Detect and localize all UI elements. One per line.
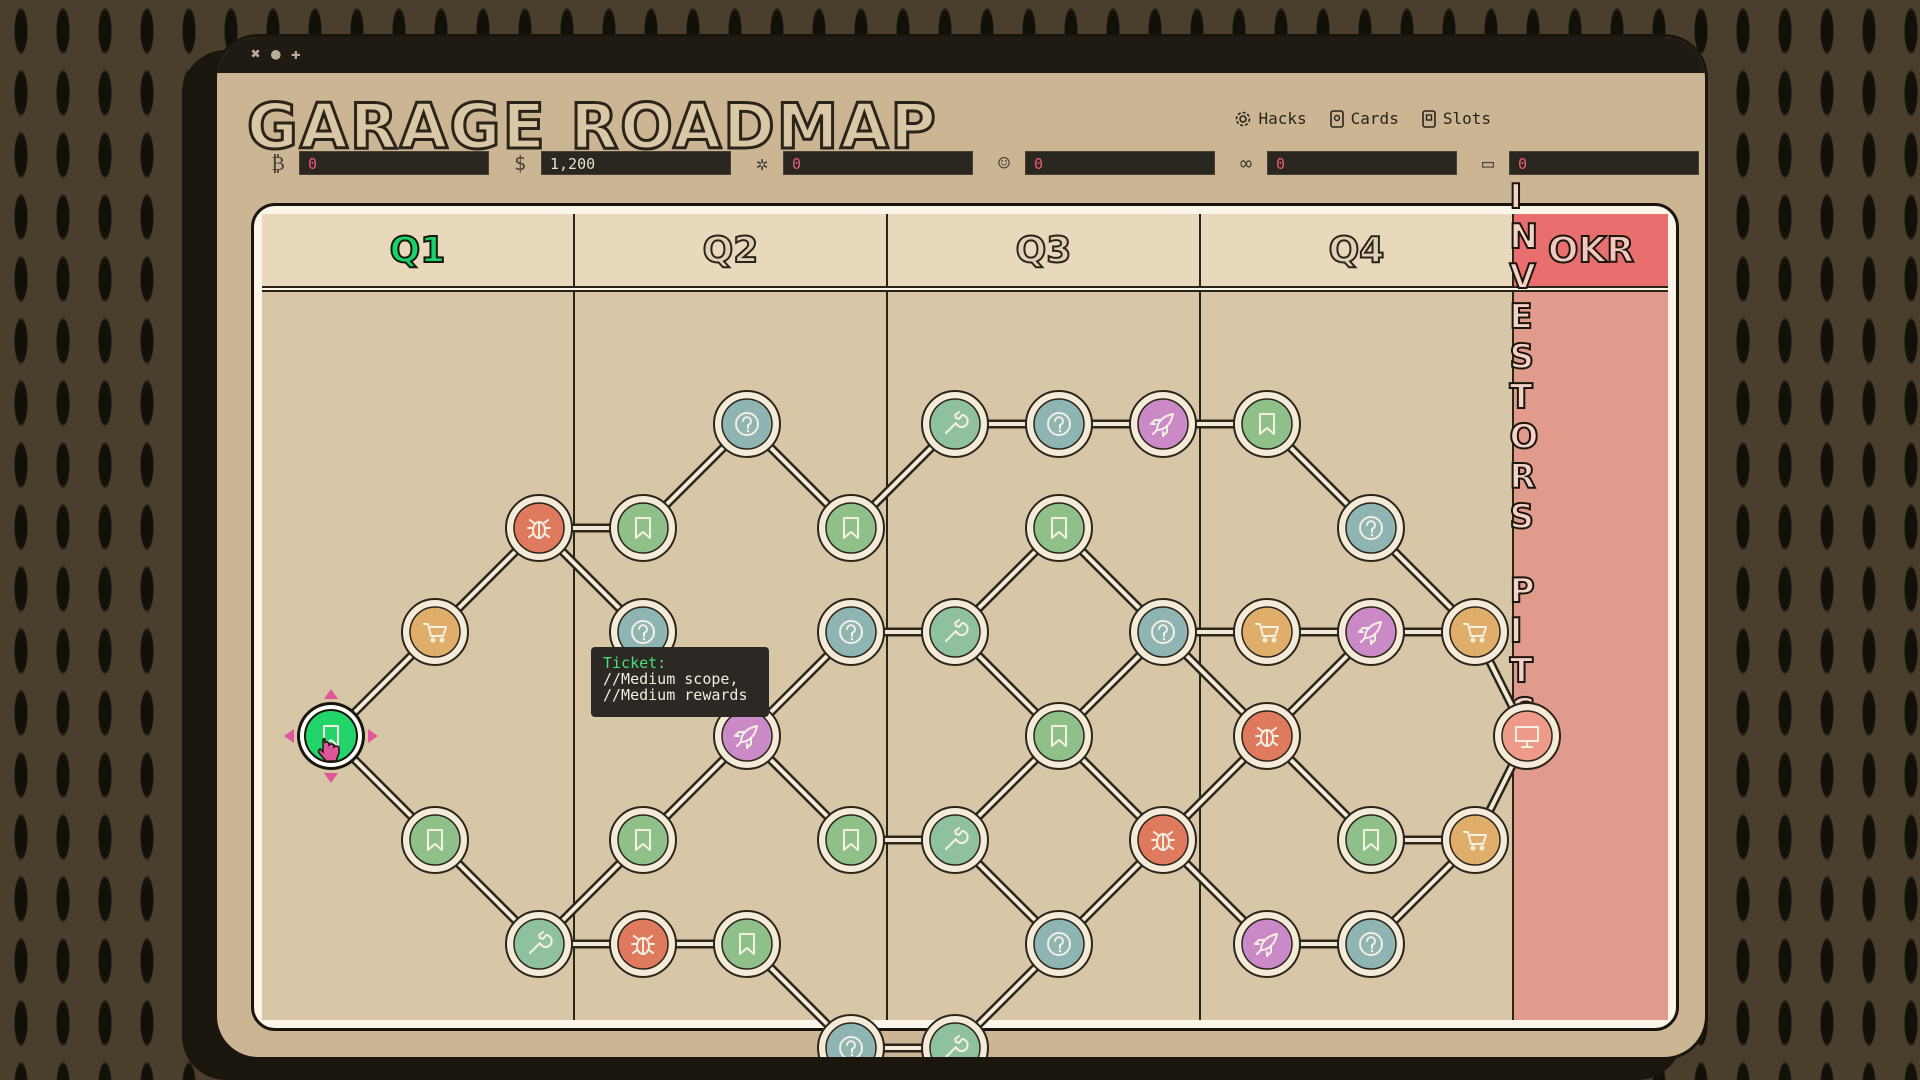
roadmap-node-ticket[interactable] [1025, 494, 1093, 562]
game-window: ✖ ● ✚ Garage Roadmap Hacks Cards Slots ₿… [214, 34, 1708, 1060]
roadmap-node-ticket[interactable] [817, 494, 885, 562]
roadmap-graph [284, 390, 1561, 1057]
selection-marker [368, 729, 378, 743]
roadmap-node-mystery[interactable] [713, 390, 781, 458]
tooltip-line-rewards: //Medium rewards [603, 686, 748, 704]
selection-marker [324, 773, 338, 783]
roadmap-node-ticket[interactable] [609, 494, 677, 562]
tooltip-title: Ticket: [603, 654, 667, 672]
roadmap-node-tool[interactable] [921, 390, 989, 458]
roadmap-node-bug[interactable] [505, 494, 573, 562]
selection-marker [284, 729, 294, 743]
roadmap-node-ticket[interactable] [713, 910, 781, 978]
roadmap-node-ticket[interactable] [609, 806, 677, 874]
roadmap-node-tool[interactable] [505, 910, 573, 978]
roadmap-node-ticket[interactable] [1025, 702, 1093, 770]
roadmap-node-boost[interactable] [1337, 598, 1405, 666]
roadmap-node-shop[interactable] [1233, 598, 1301, 666]
roadmap-node-boost[interactable] [1233, 910, 1301, 978]
roadmap-node-ticket[interactable] [1337, 806, 1405, 874]
roadmap-node-bug[interactable] [609, 910, 677, 978]
roadmap-node-tool[interactable] [921, 806, 989, 874]
node-tooltip: Ticket: //Medium scope, //Medium rewards [591, 647, 769, 717]
roadmap-node-ticket[interactable] [817, 806, 885, 874]
roadmap-node-mystery[interactable] [1337, 910, 1405, 978]
roadmap-node-bug[interactable] [1129, 806, 1197, 874]
roadmap-node-bug[interactable] [1233, 702, 1301, 770]
roadmap-node-mystery[interactable] [1129, 598, 1197, 666]
roadmap-node-pitch[interactable] [1493, 702, 1561, 770]
roadmap-node-shop[interactable] [1441, 806, 1509, 874]
roadmap-node-shop[interactable] [401, 598, 469, 666]
roadmap-node-boost[interactable] [1129, 390, 1197, 458]
roadmap-node-mystery[interactable] [1025, 390, 1093, 458]
roadmap-node-mystery[interactable] [1337, 494, 1405, 562]
roadmap-node-ticket[interactable] [1233, 390, 1301, 458]
roadmap-node-mystery[interactable] [817, 598, 885, 666]
tooltip-line-scope: //Medium scope, [603, 670, 739, 688]
roadmap-node-ticket[interactable] [401, 806, 469, 874]
roadmap-node-mystery[interactable] [1025, 910, 1093, 978]
roadmap-node-tool[interactable] [921, 598, 989, 666]
selection-marker [324, 689, 338, 699]
roadmap-node-shop[interactable] [1441, 598, 1509, 666]
